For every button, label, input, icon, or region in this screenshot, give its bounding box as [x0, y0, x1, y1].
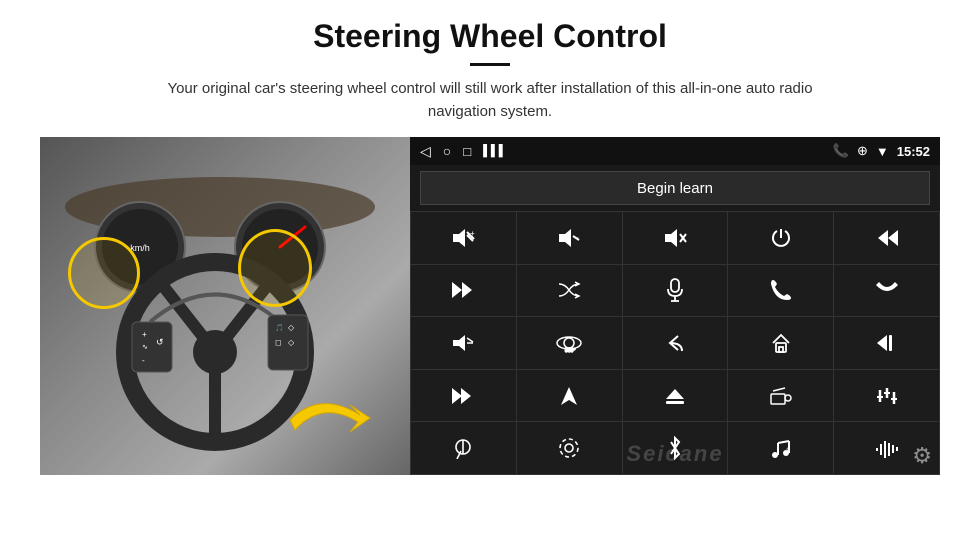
svg-text:-: -: [142, 356, 145, 365]
svg-text:360°: 360°: [565, 348, 575, 354]
highlight-left: [68, 237, 140, 309]
power-button[interactable]: [728, 212, 833, 264]
svg-text:+: +: [470, 229, 475, 238]
page-subtitle: Your original car's steering wheel contr…: [140, 78, 840, 123]
music-button[interactable]: ⚙: [728, 422, 833, 474]
content-row: km/h + ∿ - ↺: [40, 137, 940, 475]
status-bar-right: 📞 ⊕ ▼ 15:52: [833, 143, 930, 159]
settings2-button[interactable]: [517, 422, 622, 474]
title-divider: [470, 63, 510, 66]
svg-text:↺: ↺: [156, 337, 164, 347]
eject-button[interactable]: [623, 370, 728, 422]
back-button[interactable]: [623, 317, 728, 369]
equalizer-button[interactable]: [834, 370, 939, 422]
controls-grid: + -: [410, 211, 940, 475]
phone-icon: 📞: [833, 143, 849, 159]
highlight-right: [238, 229, 312, 307]
svg-text:+: +: [142, 330, 147, 339]
phone-call-button[interactable]: [728, 265, 833, 317]
status-bar-left: ◁ ○ □ ▌▌▌: [420, 143, 507, 160]
car-image-area: km/h + ∿ - ↺: [40, 137, 410, 475]
next-track-button[interactable]: [411, 265, 516, 317]
camera-360-button[interactable]: 360°: [517, 317, 622, 369]
begin-learn-row: Begin learn: [410, 165, 940, 211]
prev-track-button[interactable]: [834, 212, 939, 264]
begin-learn-button[interactable]: Begin learn: [420, 171, 930, 205]
fast-forward-button[interactable]: [411, 370, 516, 422]
radio-button[interactable]: [728, 370, 833, 422]
nav-recent-icon[interactable]: □: [463, 144, 471, 159]
page-container: Steering Wheel Control Your original car…: [0, 0, 980, 548]
rewind-button[interactable]: [834, 317, 939, 369]
horn-button[interactable]: [411, 317, 516, 369]
bluetooth-button[interactable]: [623, 422, 728, 474]
android-screen: ◁ ○ □ ▌▌▌ 📞 ⊕ ▼ 15:52 Begin learn: [410, 137, 940, 475]
page-title: Steering Wheel Control: [313, 18, 667, 55]
settings-gear-icon[interactable]: ⚙: [912, 443, 932, 469]
svg-text:🎵: 🎵: [275, 323, 284, 332]
navigation-button[interactable]: [517, 370, 622, 422]
svg-text:◇: ◇: [288, 338, 295, 347]
vol-down-button[interactable]: -: [517, 212, 622, 264]
home-button[interactable]: [728, 317, 833, 369]
status-bar: ◁ ○ □ ▌▌▌ 📞 ⊕ ▼ 15:52: [410, 137, 940, 165]
status-time: 15:52: [897, 144, 930, 159]
mute-button[interactable]: [623, 212, 728, 264]
svg-text:◻: ◻: [275, 338, 282, 347]
nav-back-icon[interactable]: ◁: [420, 143, 431, 160]
signal-icon: ▌▌▌: [483, 145, 506, 157]
microphone-button[interactable]: [623, 265, 728, 317]
shuffle-button[interactable]: [517, 265, 622, 317]
svg-text:-: -: [576, 233, 579, 242]
vol-up-button[interactable]: +: [411, 212, 516, 264]
hang-up-button[interactable]: [834, 265, 939, 317]
svg-text:⚙: ⚙: [786, 447, 791, 453]
location-icon: ⊕: [857, 143, 868, 159]
nav-home-icon[interactable]: ○: [443, 143, 451, 159]
wifi-icon: ▼: [876, 144, 889, 159]
svg-text:∿: ∿: [142, 344, 148, 351]
mic2-button[interactable]: [411, 422, 516, 474]
arrow-overlay: [280, 380, 390, 460]
svg-text:◇: ◇: [288, 323, 295, 332]
